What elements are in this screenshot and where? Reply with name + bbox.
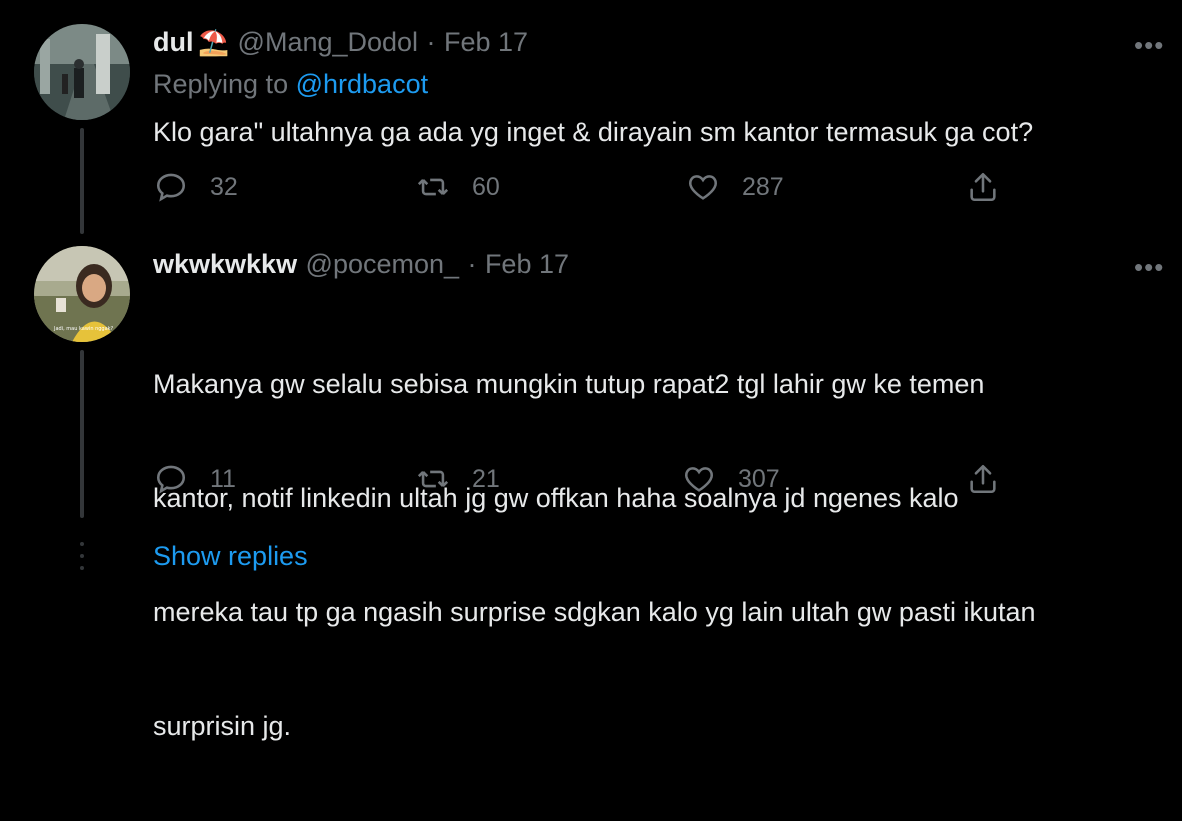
reply-button[interactable]: 11 xyxy=(154,462,236,496)
replying-handle-link[interactable]: @hrdbacot xyxy=(296,69,428,99)
reply-icon xyxy=(156,173,186,202)
avatar-caption: Jadi, mau kawin nggak? xyxy=(53,326,114,332)
heart-icon xyxy=(689,175,717,200)
share-button[interactable] xyxy=(966,170,1000,204)
reply-count: 11 xyxy=(210,464,236,493)
retweet-icon xyxy=(417,178,449,196)
thread-line-1 xyxy=(80,128,84,234)
reply-button[interactable]: 32 xyxy=(154,170,238,204)
retweet-button[interactable]: 60 xyxy=(416,170,500,204)
like-count: 287 xyxy=(742,172,784,201)
reply-icon xyxy=(156,465,186,494)
tweet-text-line: surprisin jg. xyxy=(153,711,292,741)
retweet-icon xyxy=(417,470,449,488)
tweet-text-line: Makanya gw selalu sebisa mungkin tutup r… xyxy=(153,369,985,399)
tweet-text-line: kantor, notif linkedin ultah jg gw offka… xyxy=(153,483,959,513)
share-icon xyxy=(970,464,996,494)
more-options-icon[interactable]: ••• xyxy=(1134,30,1164,61)
tweet-text: Klo gara" ultahnya ga ada yg inget & dir… xyxy=(153,117,1034,147)
show-replies-link[interactable]: Show replies xyxy=(153,541,308,572)
handle[interactable]: @pocemon_ xyxy=(306,249,460,279)
like-count: 307 xyxy=(738,464,780,493)
reply-count: 32 xyxy=(210,172,238,201)
thread-dots xyxy=(80,540,84,580)
umbrella-emoji: ⛱️ xyxy=(197,29,230,57)
retweet-count: 60 xyxy=(472,172,500,201)
more-options-icon[interactable]: ••• xyxy=(1134,252,1164,283)
retweet-count: 21 xyxy=(472,464,500,493)
display-name[interactable]: dul xyxy=(153,27,194,57)
avatar-pocemon[interactable]: Jadi, mau kawin nggak? xyxy=(34,246,130,342)
share-button[interactable] xyxy=(966,462,1000,496)
avatar-mang-dodol[interactable] xyxy=(34,24,130,120)
avatar-image: Jadi, mau kawin nggak? xyxy=(34,246,130,342)
timestamp[interactable]: Feb 17 xyxy=(485,249,569,279)
like-button[interactable]: 287 xyxy=(686,170,784,204)
share-icon xyxy=(970,172,996,202)
tweet-text-line: mereka tau tp ga ngasih surprise sdgkan … xyxy=(153,597,1036,627)
separator: · xyxy=(467,249,477,279)
replying-label: Replying to xyxy=(153,69,289,99)
separator: · xyxy=(426,27,436,57)
avatar-image xyxy=(34,24,130,120)
thread-line-2 xyxy=(80,350,84,518)
handle[interactable]: @Mang_Dodol xyxy=(238,27,419,57)
heart-icon xyxy=(685,467,713,492)
like-button[interactable]: 307 xyxy=(682,462,780,496)
timestamp[interactable]: Feb 17 xyxy=(444,27,528,57)
retweet-button[interactable]: 21 xyxy=(416,462,500,496)
display-name[interactable]: wkwkwkkw xyxy=(153,249,297,279)
